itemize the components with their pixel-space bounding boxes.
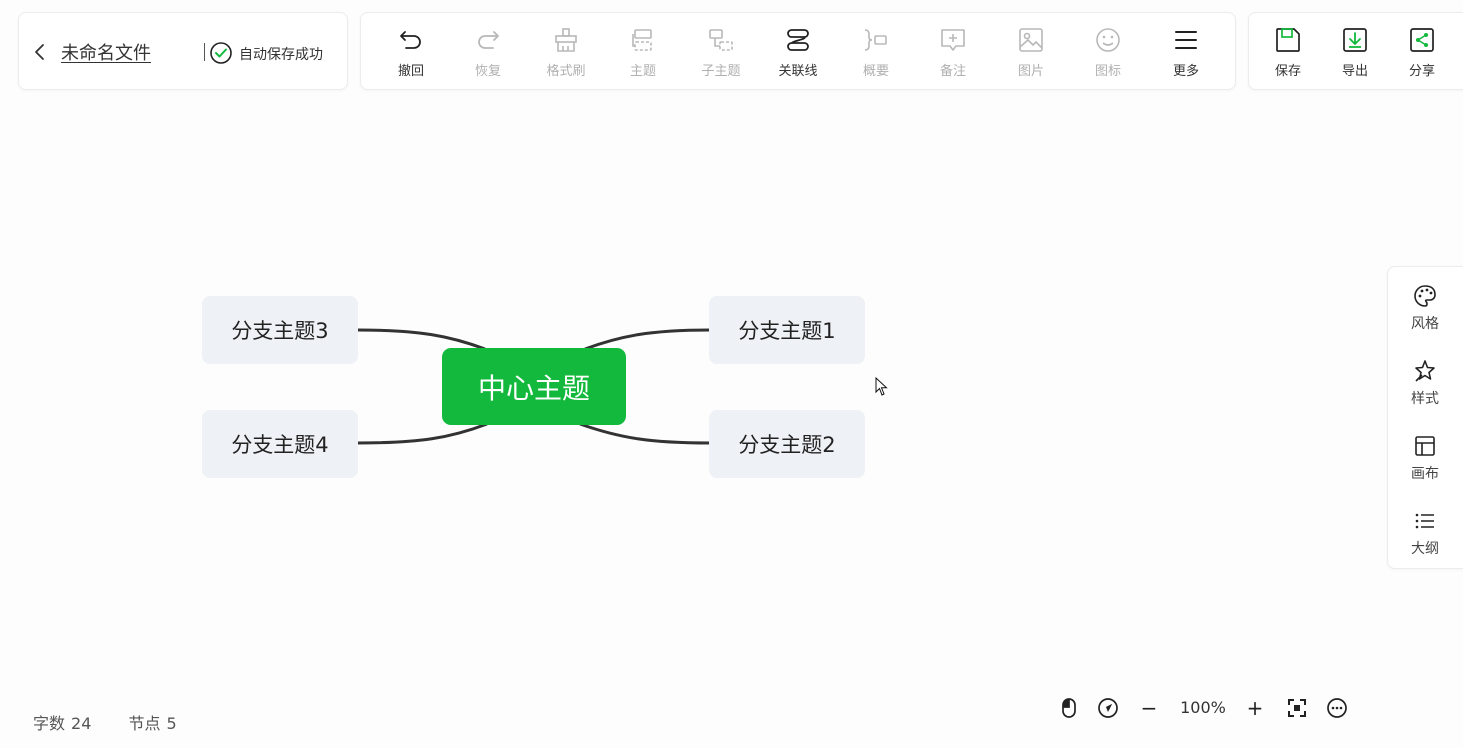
more-options-button[interactable] — [1325, 696, 1349, 720]
word-count-label: 字数 — [33, 714, 66, 733]
link-branch-3 — [356, 328, 486, 351]
mindmap-links — [356, 328, 711, 445]
file-toolbar: 保存 导出 分享 — [1248, 12, 1463, 90]
share-icon — [1410, 28, 1434, 52]
save-status: 自动保存成功 — [239, 47, 323, 63]
image-icon — [1019, 28, 1043, 52]
side-panel: 风格 样式 画布 大纲 — [1387, 266, 1463, 569]
node-count-value: 5 — [166, 714, 177, 733]
style-icon — [1415, 360, 1435, 382]
node-style-label: 样式 — [1411, 391, 1439, 407]
mouse-icon — [1062, 698, 1076, 718]
note-label: 备注 — [939, 64, 966, 79]
format-brush-button[interactable]: 格式刷 — [531, 13, 601, 91]
locate-button[interactable] — [1096, 696, 1120, 720]
share-label: 分享 — [1408, 64, 1435, 79]
format-brush-icon — [555, 28, 577, 52]
branch-topic-3[interactable]: 分支主题3 — [202, 296, 358, 364]
outline-label: 大纲 — [1411, 541, 1439, 557]
image-button[interactable]: 图片 — [996, 13, 1066, 91]
document-header: 未命名文件 自动保存成功 — [18, 12, 348, 90]
undo-icon — [400, 31, 421, 49]
export-button[interactable]: 导出 — [1320, 13, 1390, 91]
zoom-in-button[interactable]: + — [1243, 696, 1267, 720]
undo-button[interactable]: 撤回 — [376, 13, 446, 91]
relation-line-button[interactable]: 关联线 — [763, 13, 833, 91]
navigation-icon — [1098, 698, 1118, 718]
redo-button[interactable]: 恢复 — [453, 13, 523, 91]
redo-icon — [478, 31, 499, 49]
node-count: 节点 5 — [128, 714, 192, 733]
link-branch-4 — [356, 422, 488, 445]
link-branch-2 — [579, 422, 711, 445]
redo-label: 恢复 — [474, 64, 501, 79]
share-button[interactable]: 分享 — [1387, 13, 1457, 91]
save-label: 保存 — [1274, 64, 1301, 79]
central-topic[interactable]: 中心主题 — [442, 348, 626, 425]
menu-icon — [1175, 31, 1197, 49]
emoji-button[interactable]: 图标 — [1073, 13, 1143, 91]
canvas-label: 画布 — [1411, 466, 1439, 482]
back-chevron-icon[interactable] — [31, 41, 49, 63]
branch-topic-2[interactable]: 分支主题2 — [709, 410, 865, 478]
summary-icon — [864, 29, 887, 51]
mouse-mode-button[interactable] — [1057, 696, 1081, 720]
subtopic-label: 子主题 — [701, 64, 741, 79]
image-label: 图片 — [1017, 64, 1044, 79]
node-style-button[interactable]: 样式 — [1388, 346, 1462, 416]
style-theme-label: 风格 — [1411, 316, 1439, 332]
relation-line-label: 关联线 — [778, 64, 818, 79]
word-count: 字数 24 — [33, 714, 107, 733]
fit-screen-icon — [1288, 699, 1306, 717]
palette-icon — [1414, 285, 1436, 307]
relation-line-icon — [787, 29, 809, 51]
export-label: 导出 — [1341, 64, 1368, 79]
style-theme-button[interactable]: 风格 — [1388, 271, 1462, 341]
topic-label: 主题 — [629, 64, 656, 79]
mouse-pointer-icon — [875, 377, 888, 396]
canvas-layout-icon — [1415, 436, 1435, 456]
link-branch-1 — [584, 328, 711, 351]
branch-topic-4[interactable]: 分支主题4 — [202, 410, 358, 478]
fit-view-button[interactable] — [1285, 696, 1309, 720]
more-label: 更多 — [1172, 64, 1199, 79]
node-count-label: 节点 — [128, 714, 161, 733]
note-button[interactable]: 备注 — [918, 13, 988, 91]
check-circle-icon — [210, 42, 232, 64]
outline-button[interactable]: 大纲 — [1388, 496, 1462, 566]
format-brush-label: 格式刷 — [546, 64, 586, 79]
zoom-out-button[interactable]: − — [1137, 696, 1161, 720]
canvas-button[interactable]: 画布 — [1388, 421, 1462, 491]
main-toolbar: 撤回 恢复 格式刷 主题 子主题 关联线 概要 备注 图片 图标 更多 — [360, 12, 1236, 90]
document-title[interactable]: 未命名文件 — [61, 39, 151, 65]
zoom-level: 100% — [1180, 698, 1226, 717]
word-count-value: 24 — [71, 714, 92, 733]
zoom-toolbar: − 100% + — [1055, 692, 1355, 724]
more-horizontal-icon — [1327, 698, 1347, 718]
note-icon — [941, 29, 965, 51]
save-button[interactable]: 保存 — [1253, 13, 1323, 91]
subtopic-icon — [709, 29, 733, 51]
minus-icon: − — [1140, 696, 1158, 720]
more-button[interactable]: 更多 — [1151, 13, 1221, 91]
summary-label: 概要 — [862, 64, 889, 79]
plus-icon: + — [1246, 696, 1264, 720]
topic-button[interactable]: 主题 — [608, 13, 678, 91]
undo-label: 撤回 — [397, 64, 424, 79]
emoji-label: 图标 — [1094, 64, 1121, 79]
emoji-icon — [1096, 28, 1120, 52]
summary-button[interactable]: 概要 — [841, 13, 911, 91]
topic-icon — [632, 29, 652, 51]
status-bar: 字数 24 节点 5 — [33, 710, 209, 734]
outline-list-icon — [1415, 513, 1434, 529]
subtopic-button[interactable]: 子主题 — [686, 13, 756, 91]
branch-topic-1[interactable]: 分支主题1 — [709, 296, 865, 364]
export-icon — [1343, 28, 1367, 52]
divider — [204, 43, 205, 61]
save-icon — [1276, 28, 1300, 52]
